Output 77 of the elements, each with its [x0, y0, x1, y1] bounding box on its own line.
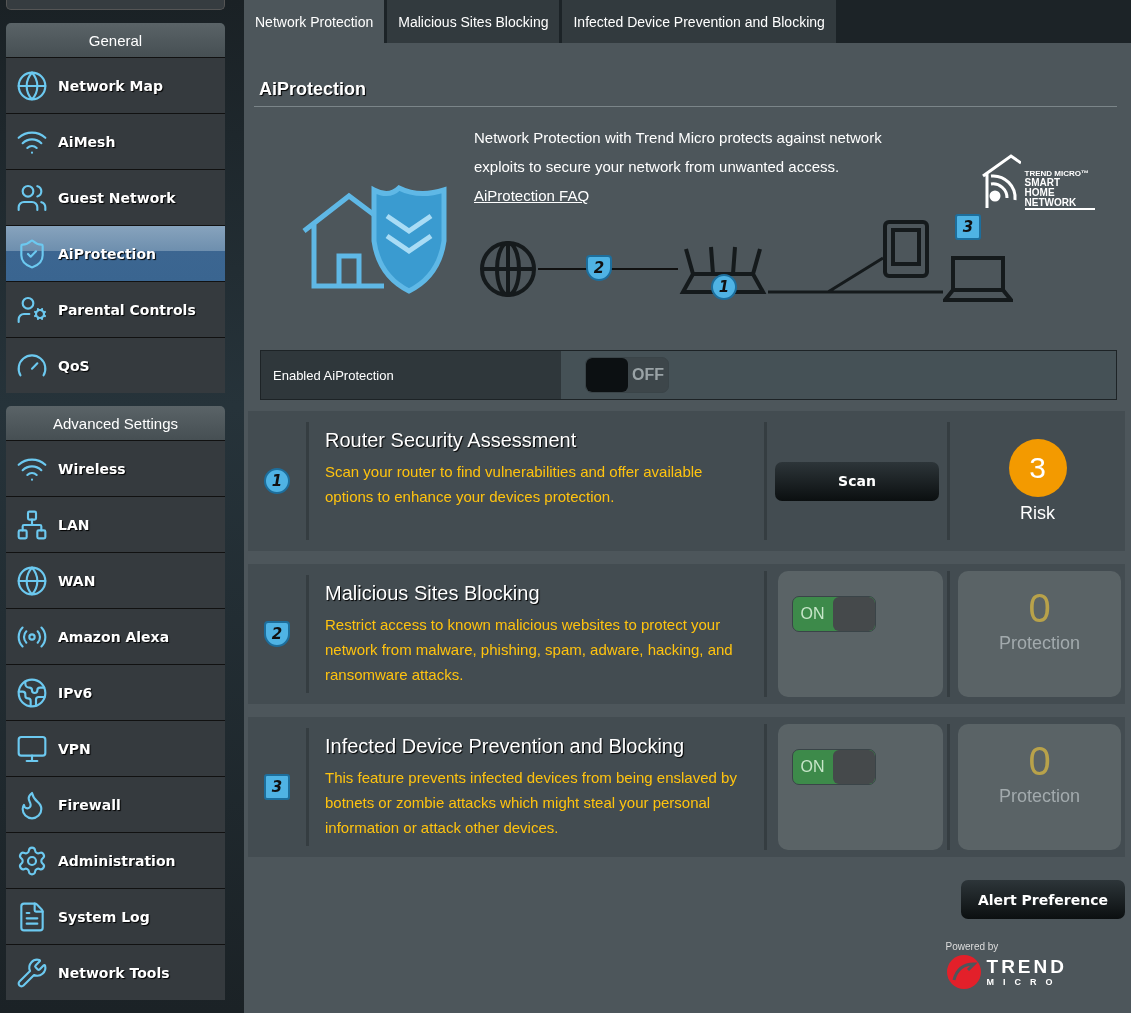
sidebar-item-label: Amazon Alexa [58, 628, 170, 645]
globe-icon [16, 69, 48, 102]
smart-home-icon [980, 154, 1021, 210]
powered-by-text: Powered by [945, 941, 999, 952]
sidebar-item[interactable]: VPN [6, 720, 225, 776]
protection-label: Protection [998, 786, 1080, 807]
sidebar-item[interactable]: LAN [6, 496, 225, 552]
section-header: General [6, 23, 225, 57]
sidebar-item[interactable]: Amazon Alexa [6, 608, 225, 664]
feature-title: Router Security Assessment [325, 429, 578, 452]
sidebar-item[interactable]: AiProtection [6, 225, 225, 281]
sidebar-item-label: LAN [58, 516, 90, 533]
gear-icon [16, 844, 48, 877]
number-badge: 3 [264, 774, 290, 800]
feature-description: Restrict access to known malicious websites to protect your network from malware, phishing, spam, adware, hacking, and ransomware attacks. [325, 615, 734, 685]
tab[interactable]: Network Protection [244, 0, 385, 43]
alert-preference-button[interactable]: Alert Preference [961, 880, 1125, 919]
description-text: Network Protection with Trend Micro protects against network exploits to secure your network from unwanted access. AiProtection FAQ [474, 128, 883, 206]
router-icon [678, 244, 768, 294]
number-badge: 3 [955, 214, 981, 240]
number-badge: 1 [711, 274, 737, 300]
number-badge: 1 [264, 468, 290, 494]
tab[interactable]: Infected Device Prevention and Blocking [562, 0, 836, 43]
sidebar-item-label: System Log [58, 908, 150, 925]
tablet-icon [883, 220, 929, 278]
brand-logo-icon [945, 954, 982, 990]
sidebar-item[interactable]: Network Map [6, 57, 225, 113]
sidebar-item[interactable]: Wireless [6, 440, 225, 496]
sidebar-item[interactable]: Administration [6, 832, 225, 888]
protection-label: Protection [998, 633, 1080, 654]
section-header: Advanced Settings [6, 406, 225, 440]
sidebar-item-label: Guest Network [58, 189, 176, 206]
faq-link[interactable]: AiProtection FAQ [474, 187, 590, 204]
sidebar-item[interactable]: Parental Controls [6, 281, 225, 337]
laptop-icon [943, 254, 1013, 304]
protection-count: 0 [1028, 585, 1051, 632]
sidebar-item-label: Network Tools [58, 964, 170, 981]
sidebar-item-label: IPv6 [58, 684, 93, 701]
partner-logo-text: TREND MICRO™ SMART HOME NETWORK [1024, 169, 1095, 210]
sidebar-item-label: AiMesh [58, 133, 116, 150]
globe-icon [16, 564, 48, 597]
feature-description: This feature prevents infected devices from being enslaved by botnets or zombie attacks which might steal your personal information or attack other devices. [325, 768, 738, 838]
wrench-icon [16, 956, 48, 989]
page-title: AiProtection [258, 78, 367, 101]
sidebar-item[interactable]: IPv6 [6, 664, 225, 720]
feature-title: Malicious Sites Blocking [325, 582, 541, 605]
feature-title: Infected Device Prevention and Blocking [325, 735, 686, 758]
sidebar-item-label: Wireless [58, 460, 126, 477]
setting-label: Enabled AiProtection [261, 351, 561, 399]
sidebar-item-label: Parental Controls [58, 301, 196, 318]
protection-count: 0 [1028, 738, 1051, 785]
risk-count: 3 [1008, 438, 1067, 497]
number-badge: 2 [586, 255, 612, 281]
sidebar-item[interactable]: QoS [6, 337, 225, 393]
sidebar-item[interactable]: WAN [6, 552, 225, 608]
scan-button[interactable]: Scan [775, 461, 939, 501]
sidebar-item[interactable]: AiMesh [6, 113, 225, 169]
feature-description: Scan your router to find vulnerabilities and offer available options to enhance your devices protection. [325, 462, 704, 507]
risk-label: Risk [1020, 502, 1055, 524]
globe-icon [16, 676, 48, 709]
tab[interactable]: Malicious Sites Blocking [387, 0, 560, 43]
sidebar-item-label: WAN [58, 572, 96, 589]
sidebar-item-label: AiProtection [58, 245, 156, 262]
sidebar-item-label: Network Map [58, 77, 163, 94]
sidebar-item[interactable]: Guest Network [6, 169, 225, 225]
network-icon [16, 508, 48, 541]
sidebar-item[interactable]: Network Tools [6, 944, 225, 1000]
brand-logo-text: TREND MICRO [986, 956, 1067, 988]
sidebar-item-label: VPN [58, 740, 91, 757]
number-badge: 2 [264, 621, 290, 647]
globe-icon [478, 239, 538, 299]
sidebar-item[interactable]: Firewall [6, 776, 225, 832]
toggle-switch[interactable]: OFF [585, 357, 669, 393]
sidebar-item-label: Firewall [58, 796, 121, 813]
sidebar-item-label: QoS [58, 357, 90, 374]
sidebar-item[interactable]: System Log [6, 888, 225, 944]
sidebar-item-label: Administration [58, 852, 176, 869]
